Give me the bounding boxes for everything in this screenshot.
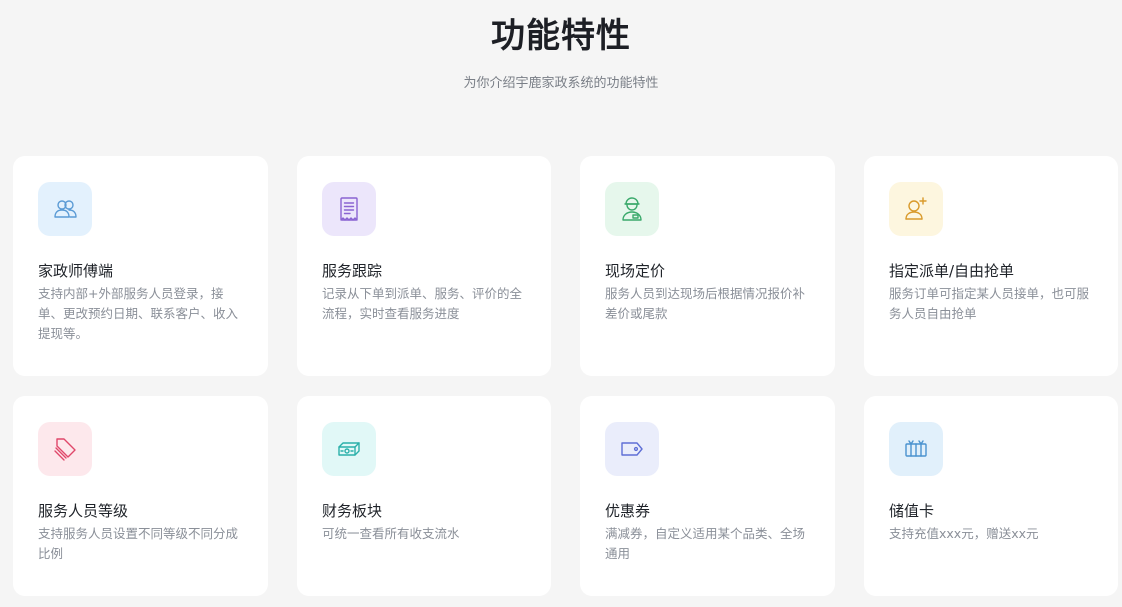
gift-card-icon [889, 422, 943, 476]
worker-icon [605, 182, 659, 236]
feature-description: 支持内部+外部服务人员登录，接单、更改预约日期、联系客户、收入提现等。 [38, 286, 239, 341]
feature-card: 储值卡 支持充值xxx元，赠送xx元 [864, 396, 1118, 596]
feature-card: 家政师傅端 支持内部+外部服务人员登录，接单、更改预约日期、联系客户、收入提现等… [13, 156, 268, 376]
feature-title: 服务人员等级 [38, 502, 129, 520]
feature-description: 支持充值xxx元，赠送xx元 [889, 526, 1039, 541]
feature-title: 财务板块 [322, 502, 383, 520]
feature-card: 现场定价 服务人员到达现场后根据情况报价补差价或尾款 [580, 156, 835, 376]
features-section: 功能特性 为你介绍宇鹿家政系统的功能特性 家政师傅端 支持内部+外部服务人员登录… [0, 0, 1122, 607]
feature-card: 服务人员等级 支持服务人员设置不同等级不同分成比例 [13, 396, 268, 596]
feature-description: 满减券，自定义适用某个品类、全场通用 [605, 526, 806, 561]
section-subtitle: 为你介绍宇鹿家政系统的功能特性 [463, 76, 659, 91]
feature-title: 储值卡 [889, 502, 935, 520]
feature-description: 服务人员到达现场后根据情况报价补差价或尾款 [605, 286, 806, 321]
money-icon [322, 422, 376, 476]
feature-description: 记录从下单到派单、服务、评价的全流程，实时查看服务进度 [322, 286, 523, 321]
feature-title: 优惠券 [605, 502, 651, 520]
feature-title: 指定派单/自由抢单 [889, 262, 1015, 280]
feature-description: 支持服务人员设置不同等级不同分成比例 [38, 526, 239, 561]
feature-card: 优惠券 满减券，自定义适用某个品类、全场通用 [580, 396, 835, 596]
section-title: 功能特性 [491, 16, 631, 56]
document-icon [322, 182, 376, 236]
feature-title: 服务跟踪 [322, 262, 383, 280]
tag-stack-icon [38, 422, 92, 476]
feature-card: 指定派单/自由抢单 服务订单可指定某人员接单，也可服务人员自由抢单 [864, 156, 1118, 376]
add-user-icon [889, 182, 943, 236]
feature-title: 现场定价 [605, 262, 666, 280]
coupon-icon [605, 422, 659, 476]
feature-description: 可统一查看所有收支流水 [322, 526, 460, 541]
feature-title: 家政师傅端 [38, 262, 114, 280]
feature-description: 服务订单可指定某人员接单，也可服务人员自由抢单 [889, 286, 1090, 321]
feature-card: 财务板块 可统一查看所有收支流水 [297, 396, 551, 596]
feature-card: 服务跟踪 记录从下单到派单、服务、评价的全流程，实时查看服务进度 [297, 156, 551, 376]
users-icon [38, 182, 92, 236]
